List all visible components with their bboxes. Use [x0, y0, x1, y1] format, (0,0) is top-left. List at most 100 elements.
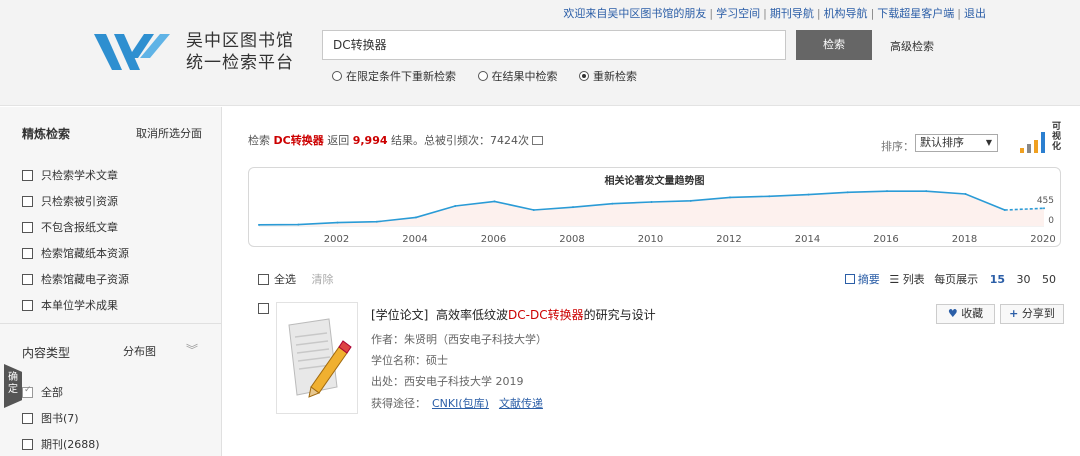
x-tick-label: 2018: [951, 234, 978, 245]
filter-institution-output[interactable]: 本单位学术成果: [22, 297, 118, 313]
y-tick-label: 455: [1037, 196, 1054, 206]
filter-exclude-newspaper[interactable]: 不包含报纸文章: [22, 219, 118, 235]
view-summary-toggle[interactable]: 摘要: [844, 273, 880, 286]
link-logout[interactable]: 退出: [964, 7, 986, 20]
checkbox-icon: [22, 222, 33, 233]
content-type-title: 内容类型: [22, 346, 71, 360]
collapse-chevron-icon[interactable]: ︾: [186, 341, 198, 358]
link-download-client[interactable]: 下载超星客户端: [877, 7, 954, 20]
share-button[interactable]: + 分享到: [1000, 304, 1064, 324]
access-link-delivery[interactable]: 文献传递: [499, 397, 543, 410]
link-journal-nav[interactable]: 期刊导航: [770, 7, 814, 20]
trend-point-2003: [375, 220, 378, 223]
sort-select[interactable]: 默认排序 ▼: [915, 134, 998, 152]
per-page-30[interactable]: 30: [1017, 273, 1031, 286]
result-access: 获得途径： CNKI(包库) 文献传递: [371, 397, 543, 410]
trend-point-2008: [572, 206, 574, 209]
trend-point-2002: [336, 221, 339, 224]
x-tick-label: 2002: [323, 234, 350, 245]
clear-selection-link[interactable]: 清除: [312, 273, 334, 286]
radio-search-in-results[interactable]: 在结果中检索: [477, 70, 558, 83]
trend-point-2000: [258, 223, 260, 226]
x-tick-label: 2014: [794, 234, 821, 245]
radio-new-search[interactable]: 重新检索: [579, 70, 637, 83]
x-tick-label: 2016: [873, 234, 899, 245]
trend-point-2016: [886, 190, 888, 193]
result-keyword: DC转换器: [273, 134, 324, 147]
top-links: 欢迎来自吴中区图书馆的朋友 | 学习空间 | 期刊导航 | 机构导航 | 下载超星客户端 | 退出: [563, 7, 986, 20]
filter-electronic-holdings[interactable]: 检索馆藏电子资源: [22, 271, 129, 287]
selection-toolbar: 全选 清除: [258, 271, 334, 287]
checkbox-icon: [22, 170, 33, 181]
checkbox-icon: [22, 248, 33, 259]
trend-point-2005: [454, 205, 457, 207]
checkbox-icon: [22, 196, 33, 207]
result-title-highlight: DC-DC转换器: [508, 308, 584, 322]
radio-circle-icon: [332, 71, 342, 81]
select-all-checkbox[interactable]: 全选: [258, 273, 296, 286]
header: 欢迎来自吴中区图书馆的朋友 | 学习空间 | 期刊导航 | 机构导航 | 下载超星客户端 | 退出 …: [0, 0, 1080, 106]
result-item-checkbox[interactable]: [258, 303, 269, 314]
content-type-journals[interactable]: 期刊(2688): [22, 436, 100, 452]
search-scope-radios: 在限定条件下重新检索 在结果中检索 重新检索: [332, 68, 655, 84]
clear-facets-link[interactable]: 取消所选分面: [136, 125, 202, 141]
sidebar-divider: [0, 323, 222, 324]
trend-point-2011: [689, 199, 692, 202]
library-title: 吴中区图书馆 统一检索平台: [186, 30, 294, 74]
x-tick-label: 2012: [716, 234, 742, 245]
per-page-label: 每页展示: [934, 273, 979, 286]
trend-point-2015: [846, 191, 849, 194]
checkbox-icon: [258, 274, 269, 285]
filter-print-holdings[interactable]: 检索馆藏纸本资源: [22, 245, 129, 261]
advanced-search-link[interactable]: 高级检索: [890, 38, 934, 54]
trend-point-2004: [415, 216, 417, 219]
radio-circle-icon: [477, 71, 488, 81]
x-tick-label: 2008: [559, 234, 585, 245]
filter-cited-only[interactable]: 只检索被引资源: [22, 193, 118, 209]
citation-icon[interactable]: [532, 136, 544, 145]
result-summary: 检索 DC转换器 返回 9,994 结果。总被引频次：7424次: [248, 132, 544, 148]
view-toolbar: 摘要 ☰ 列表 每页展示 15 30 50: [844, 271, 1056, 287]
per-page-50[interactable]: 50: [1042, 273, 1056, 286]
checkbox-icon: [22, 439, 33, 450]
result-thumbnail[interactable]: [276, 302, 358, 414]
y-tick-label: 0: [1048, 216, 1054, 226]
per-page-15[interactable]: 15: [990, 273, 1005, 286]
trend-point-2020: [1043, 207, 1045, 210]
result-count: 9,994: [352, 134, 388, 147]
link-institution-nav[interactable]: 机构导航: [824, 7, 868, 20]
checkbox-checked-icon: [22, 385, 33, 398]
radio-restricted-search[interactable]: 在限定条件下重新检索: [332, 70, 456, 83]
trend-point-2017: [925, 190, 928, 193]
search-input[interactable]: DC转换器: [322, 30, 786, 60]
trend-point-2013: [768, 195, 771, 198]
x-tick-label: 2020: [1030, 234, 1056, 245]
welcome-text: 欢迎来自吴中区图书馆的朋友: [563, 7, 707, 20]
trend-point-2018: [964, 193, 967, 195]
result-title-link[interactable]: [学位论文] 高效率低纹波DC-DC转换器的研究与设计: [371, 306, 656, 323]
access-link-cnki[interactable]: CNKI(包库): [432, 397, 489, 410]
content-type-all[interactable]: 全部: [22, 384, 63, 400]
radio-circle-selected-icon: [579, 71, 589, 81]
trend-point-2019: [1003, 209, 1006, 211]
trend-point-2007: [532, 209, 535, 211]
view-list-toggle[interactable]: ☰ 列表: [889, 273, 924, 286]
search-button[interactable]: 检索: [796, 30, 872, 60]
dropdown-arrow-icon: ▼: [985, 138, 992, 147]
chart-x-axis: 2002 2004 2006 2008 2010 2012 2014 2016 2018 2020: [248, 234, 1061, 248]
content-type-books[interactable]: 图书(7): [22, 410, 79, 426]
filter-academic-only[interactable]: 只检索学术文章: [22, 167, 118, 183]
distribution-chart-link[interactable]: 分布图: [123, 343, 156, 359]
link-study-space[interactable]: 学习空间: [716, 7, 760, 20]
trend-point-2001: [297, 223, 300, 226]
checkbox-icon: [22, 300, 33, 311]
favorite-button[interactable]: ♥ 收藏: [936, 304, 995, 324]
trend-point-2014: [807, 193, 810, 196]
x-tick-label: 2006: [480, 234, 507, 245]
bar-chart-icon[interactable]: [1018, 128, 1050, 154]
checkbox-icon: [22, 274, 33, 285]
library-title-line2: 统一检索平台: [186, 53, 294, 73]
trend-point-2010: [650, 201, 653, 203]
visualize-label[interactable]: 可视化: [1052, 122, 1064, 152]
trend-point-2012: [729, 196, 731, 199]
